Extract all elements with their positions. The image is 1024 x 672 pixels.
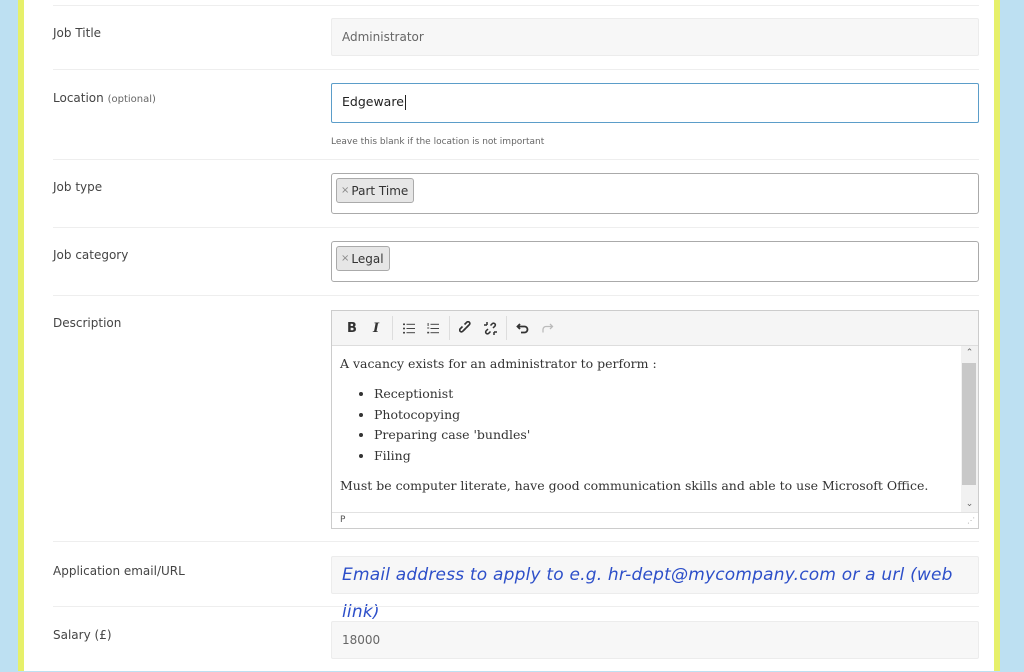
redo-button[interactable] xyxy=(535,316,559,340)
job-form-page: Job Title Administrator Location (option… xyxy=(18,0,1000,671)
location-value: Edgeware xyxy=(342,94,404,109)
location-field: Edgeware Leave this blank if the locatio… xyxy=(331,83,979,147)
job-type-row: Job type × Part Time xyxy=(53,159,979,228)
redo-icon xyxy=(541,323,553,333)
job-category-chip: × Legal xyxy=(336,246,390,271)
numbered-list-icon xyxy=(427,322,439,333)
bullet-list-icon xyxy=(403,323,415,333)
remove-chip-icon[interactable]: × xyxy=(341,185,349,196)
bold-button[interactable]: B xyxy=(340,316,364,340)
description-editor: B I A vacancy exists for an administrato… xyxy=(331,310,979,529)
description-closing: Must be computer literate, have good com… xyxy=(340,478,929,493)
job-title-label: Job Title xyxy=(53,26,102,40)
location-label: Location (optional) xyxy=(53,91,156,105)
job-category-select[interactable]: × Legal xyxy=(331,241,979,282)
undo-icon xyxy=(516,323,529,334)
bullet-item: Receptionist xyxy=(374,384,950,405)
undo-button[interactable] xyxy=(511,316,535,340)
unlink-icon xyxy=(483,321,497,335)
link-button[interactable] xyxy=(454,316,478,340)
job-category-row: Job category × Legal xyxy=(53,227,979,296)
location-input[interactable]: Edgeware xyxy=(331,83,979,123)
chip-label: Legal xyxy=(351,251,384,266)
bullet-item: Filing xyxy=(374,446,950,467)
editor-toolbar: B I xyxy=(332,311,978,346)
description-row: Description B I A vacancy exists for an … xyxy=(53,295,979,542)
description-bullets: Receptionist Photocopying Preparing case… xyxy=(340,384,950,466)
chip-label: Part Time xyxy=(351,183,409,198)
bullet-item: Photocopying xyxy=(374,405,950,426)
job-title-row: Job Title Administrator xyxy=(53,5,979,70)
remove-chip-icon[interactable]: × xyxy=(341,253,349,264)
text-caret xyxy=(404,95,406,110)
resize-grip-icon[interactable]: ⋰ xyxy=(967,513,975,528)
editor-statusbar: P ⋰ xyxy=(332,512,978,529)
numbered-list-button[interactable] xyxy=(421,316,445,340)
scroll-down-icon[interactable]: ⌄ xyxy=(961,497,978,512)
salary-input[interactable]: 18000 xyxy=(331,621,979,659)
job-type-chip: × Part Time xyxy=(336,178,415,203)
salary-label: Salary (£) xyxy=(53,628,112,642)
job-category-label: Job category xyxy=(53,248,129,262)
application-input[interactable]: Email address to apply to e.g. hr-dept@m… xyxy=(331,556,979,622)
location-hint: Leave this blank if the location is not … xyxy=(331,137,545,147)
editor-scrollbar[interactable]: ⌃ ⌄ xyxy=(961,346,978,512)
job-type-label: Job type xyxy=(53,180,103,194)
job-type-select[interactable]: × Part Time xyxy=(331,173,979,214)
location-row: Location (optional) Edgeware Leave this … xyxy=(53,69,979,160)
list-group xyxy=(397,316,450,340)
application-row: Application email/URL Email address to a… xyxy=(53,541,979,622)
scroll-up-icon[interactable]: ⌃ xyxy=(961,346,978,361)
optional-tag: (optional) xyxy=(107,94,156,105)
editor-content[interactable]: A vacancy exists for an administrator to… xyxy=(332,346,978,512)
link-group xyxy=(454,316,507,340)
job-title-input[interactable]: Administrator xyxy=(331,18,979,56)
location-label-text: Location xyxy=(53,91,104,105)
italic-button[interactable]: I xyxy=(364,316,388,340)
bullet-list-button[interactable] xyxy=(397,316,421,340)
format-group: B I xyxy=(340,316,393,340)
element-path[interactable]: P xyxy=(340,515,345,525)
history-group xyxy=(511,316,563,340)
bullet-item: Preparing case 'bundles' xyxy=(374,425,950,446)
unlink-button[interactable] xyxy=(478,316,502,340)
description-intro: A vacancy exists for an administrator to… xyxy=(340,356,657,371)
scroll-thumb[interactable] xyxy=(962,363,976,485)
description-label: Description xyxy=(53,316,122,330)
application-label: Application email/URL xyxy=(53,564,185,578)
link-icon xyxy=(459,321,471,333)
salary-row: Salary (£) 18000 xyxy=(53,606,979,672)
